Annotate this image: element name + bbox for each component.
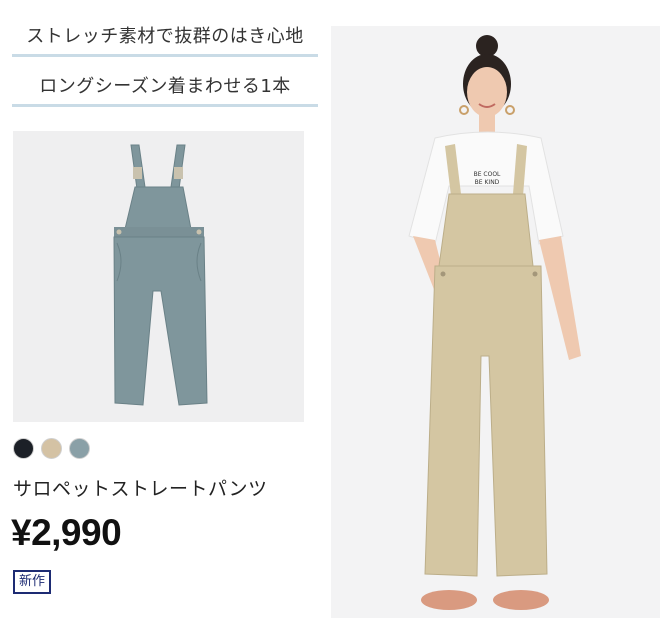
new-item-badge: 新作 [13,570,52,594]
product-price: ¥2,990 [11,512,122,553]
product-name[interactable]: サロペットストレートパンツ [13,474,267,501]
feature-text-long-season: ロングシーズン着まわせる1本 [39,76,291,97]
product-image[interactable] [13,131,304,422]
feature-underline [12,54,318,57]
shirt-text-line-1: BE COOL [474,171,501,178]
shirt-text-line-2: BE KIND [475,179,500,186]
feature-underline [12,104,318,107]
feature-heading-1: ストレッチ素材で抜群のはき心地 [12,24,318,57]
feature-text-stretch: ストレッチ素材で抜群のはき心地 [26,26,304,47]
color-swatch-navy[interactable] [13,438,34,459]
overalls-illustration [113,144,208,406]
color-swatch-blue-gray[interactable] [69,438,90,459]
model-illustration: BE COOL BE KIND [408,35,581,610]
color-swatch-beige[interactable] [41,438,62,459]
color-swatches [13,438,90,459]
model-photo[interactable]: BE COOL BE KIND [331,26,660,618]
feature-heading-2: ロングシーズン着まわせる1本 [12,74,318,107]
